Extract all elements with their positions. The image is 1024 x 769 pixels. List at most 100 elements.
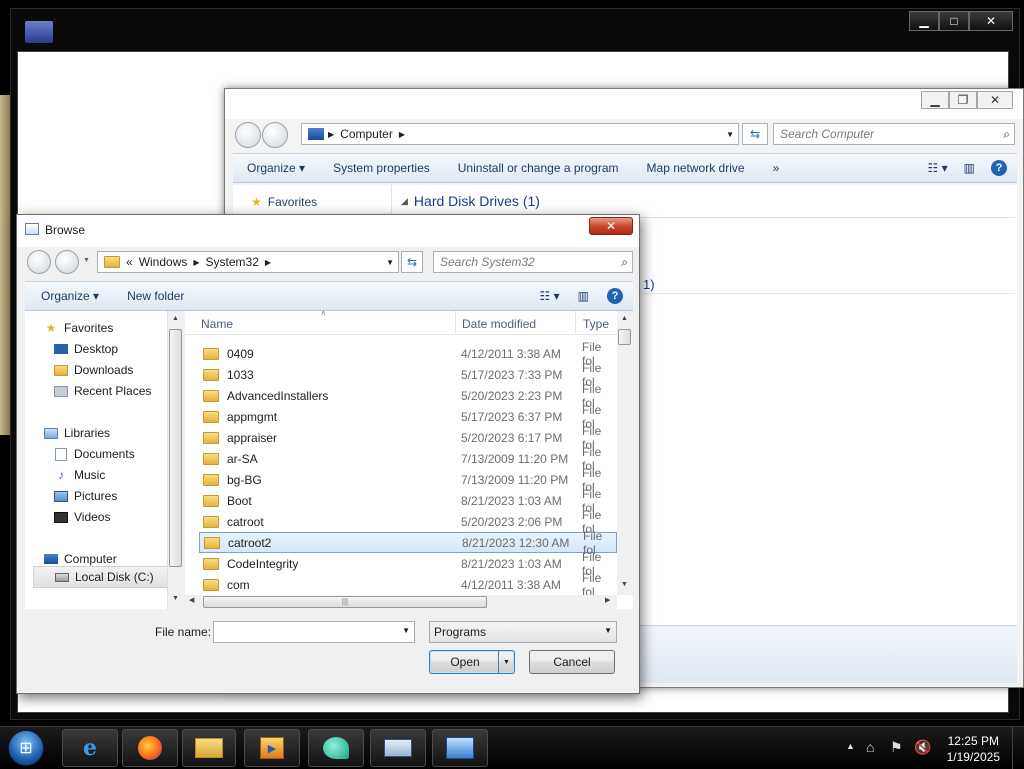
file-type-select[interactable]: Programs ▼ [429, 621, 617, 643]
explorer-search-input[interactable]: Search Computer ⌕ [773, 123, 1015, 145]
explorer-restore-button[interactable]: ❐ [949, 91, 977, 109]
new-folder-button[interactable]: New folder [113, 289, 198, 303]
file-row[interactable]: AdvancedInstallers 5/20/2023 2:23 PM File … [199, 382, 617, 410]
nav-local-disk[interactable]: Local Disk (C:) [33, 566, 173, 588]
column-header-date[interactable]: Date modified [462, 317, 536, 331]
column-separator[interactable] [455, 311, 456, 335]
cancel-button[interactable]: Cancel [529, 650, 615, 674]
file-list-hscroll-thumb[interactable]: ||| [203, 596, 487, 608]
file-row[interactable]: 0409 4/12/2011 3:38 AM File fol [199, 340, 617, 368]
nav-favorites[interactable]: ★ Favorites [43, 321, 114, 335]
map-network-drive-button[interactable]: Map network drive [633, 161, 759, 175]
explorer-address-bar[interactable]: ▶ Computer ▶ ▼ [301, 123, 739, 145]
file-row[interactable]: ar-SA 7/13/2009 11:20 PM File fol [199, 445, 617, 473]
taskbar-app-window[interactable] [370, 729, 426, 767]
refresh-button[interactable]: ⇆ [401, 251, 423, 273]
navigation-scrollbar[interactable]: ▲ ▼ [167, 311, 183, 609]
chevron-down-icon[interactable]: ▼ [604, 626, 612, 635]
open-button[interactable]: Open ▼ [429, 650, 515, 674]
recent-pages-icon[interactable]: ▼ [83, 257, 90, 264]
chevron-down-icon[interactable]: ▼ [386, 258, 394, 267]
hard-disk-drives-header[interactable]: ◢ Hard Disk Drives (1) [401, 193, 540, 209]
nav-libraries[interactable]: Libraries [43, 426, 110, 440]
explorer-refresh-button[interactable]: ⇆ [742, 123, 768, 145]
file-list-vscrollbar[interactable]: ▲ ▼ [617, 311, 633, 595]
scroll-right-icon[interactable]: ▶ [605, 596, 610, 604]
explorer-minimize-button[interactable]: ▁ [921, 91, 949, 109]
taskbar-internet-explorer[interactable]: e [62, 729, 118, 767]
column-header-type[interactable]: Type [583, 317, 609, 331]
scroll-up-icon[interactable]: ▲ [172, 315, 179, 322]
navigation-scroll-thumb[interactable] [169, 329, 182, 567]
file-row[interactable]: catroot 5/20/2023 2:06 PM File fol [199, 508, 617, 536]
preview-pane-icon[interactable]: ▥ [964, 161, 975, 175]
view-options-icon[interactable]: ☷ ▾ [540, 289, 560, 303]
file-row[interactable]: appmgmt 5/17/2023 6:37 PM File fol [199, 403, 617, 431]
explorer-forward-button[interactable] [262, 122, 288, 148]
file-row[interactable]: catroot2 8/21/2023 12:30 AM File fol [199, 529, 617, 557]
nav-videos[interactable]: Videos [53, 510, 110, 524]
view-options-icon[interactable]: ☷ ▾ [928, 161, 948, 175]
nav-computer[interactable]: Computer [43, 552, 117, 566]
minimize-button[interactable]: ▁ [909, 11, 939, 31]
nav-documents[interactable]: Documents [53, 447, 135, 461]
back-button[interactable] [27, 250, 51, 274]
close-button[interactable]: ✕ [969, 11, 1013, 31]
nav-pictures[interactable]: Pictures [53, 489, 117, 503]
scroll-left-icon[interactable]: ◀ [189, 596, 194, 604]
open-dropdown-icon[interactable]: ▼ [498, 651, 514, 673]
organize-button[interactable]: Organize ▾ [233, 161, 319, 175]
file-row[interactable]: Boot 8/21/2023 1:03 AM File fol [199, 487, 617, 515]
explorer-close-button[interactable]: ✕ [977, 91, 1013, 109]
address-overflow-icon[interactable]: « [126, 255, 133, 269]
column-header-name[interactable]: Name [201, 317, 233, 331]
file-row[interactable]: CodeIntegrity 8/21/2023 1:03 AM File fol [199, 550, 617, 578]
column-separator[interactable] [575, 311, 576, 335]
file-row[interactable]: appraiser 5/20/2023 6:17 PM File fol [199, 424, 617, 452]
file-row[interactable]: com 4/12/2011 3:38 AM File fol [199, 571, 617, 599]
taskbar-firefox[interactable] [122, 729, 178, 767]
maximize-button[interactable]: □ [939, 11, 969, 31]
uninstall-program-button[interactable]: Uninstall or change a program [444, 161, 633, 175]
scroll-down-icon[interactable]: ▼ [621, 581, 628, 588]
file-list-hscrollbar[interactable]: ◀ ||| ▶ [185, 595, 617, 609]
system-clock[interactable]: 12:25 PM 1/19/2025 [947, 733, 1000, 765]
dialog-search-input[interactable]: Search System32 ⌕ [433, 251, 633, 273]
volume-muted-icon[interactable]: 🔇 [914, 739, 931, 756]
address-part-windows[interactable]: Windows [139, 255, 188, 269]
file-row[interactable]: bg-BG 7/13/2009 11:20 PM File fol [199, 466, 617, 494]
start-button[interactable]: ⊞ [8, 730, 44, 766]
explorer-back-button[interactable] [235, 122, 261, 148]
preview-pane-icon[interactable]: ▥ [578, 289, 589, 303]
nav-desktop[interactable]: Desktop [53, 342, 118, 356]
taskbar-explorer[interactable] [182, 729, 236, 767]
forward-button[interactable] [55, 250, 79, 274]
nav-recent-places[interactable]: Recent Places [53, 384, 151, 398]
taskbar-media-player[interactable]: ▶ [244, 729, 300, 767]
explorer-favorites-item[interactable]: ★ Favorites [251, 195, 317, 209]
chevron-down-icon[interactable]: ▼ [402, 626, 410, 635]
system-properties-button[interactable]: System properties [319, 161, 444, 175]
scroll-up-icon[interactable]: ▲ [621, 315, 628, 322]
file-row[interactable]: 1033 5/17/2023 7:33 PM File fol [199, 361, 617, 389]
organize-button[interactable]: Organize ▾ [25, 289, 113, 303]
more-commands-button[interactable]: » [759, 161, 794, 175]
network-icon[interactable]: ⌂ [866, 739, 874, 755]
address-part[interactable]: Computer [340, 127, 393, 141]
taskbar-app-teal[interactable] [308, 729, 364, 767]
scroll-down-icon[interactable]: ▼ [172, 595, 179, 602]
taskbar-app-control[interactable] [432, 729, 488, 767]
file-list-scroll-thumb[interactable] [618, 329, 631, 345]
action-center-flag-icon[interactable]: ⚑ [890, 739, 903, 756]
nav-music[interactable]: ♪ Music [53, 468, 105, 482]
show-desktop-button[interactable] [1012, 727, 1024, 769]
help-icon[interactable]: ? [607, 288, 623, 304]
chevron-down-icon[interactable]: ▼ [726, 130, 734, 139]
dialog-close-button[interactable]: ✕ [589, 217, 633, 235]
address-part-system32[interactable]: System32 [206, 255, 259, 269]
dialog-address-bar[interactable]: « Windows ▶ System32 ▶ ▼ [97, 251, 399, 273]
help-icon[interactable]: ? [991, 160, 1007, 176]
nav-downloads[interactable]: Downloads [53, 363, 133, 377]
file-name-input[interactable]: ▼ [213, 621, 415, 643]
show-hidden-icons-button[interactable]: ▲ [846, 741, 855, 751]
